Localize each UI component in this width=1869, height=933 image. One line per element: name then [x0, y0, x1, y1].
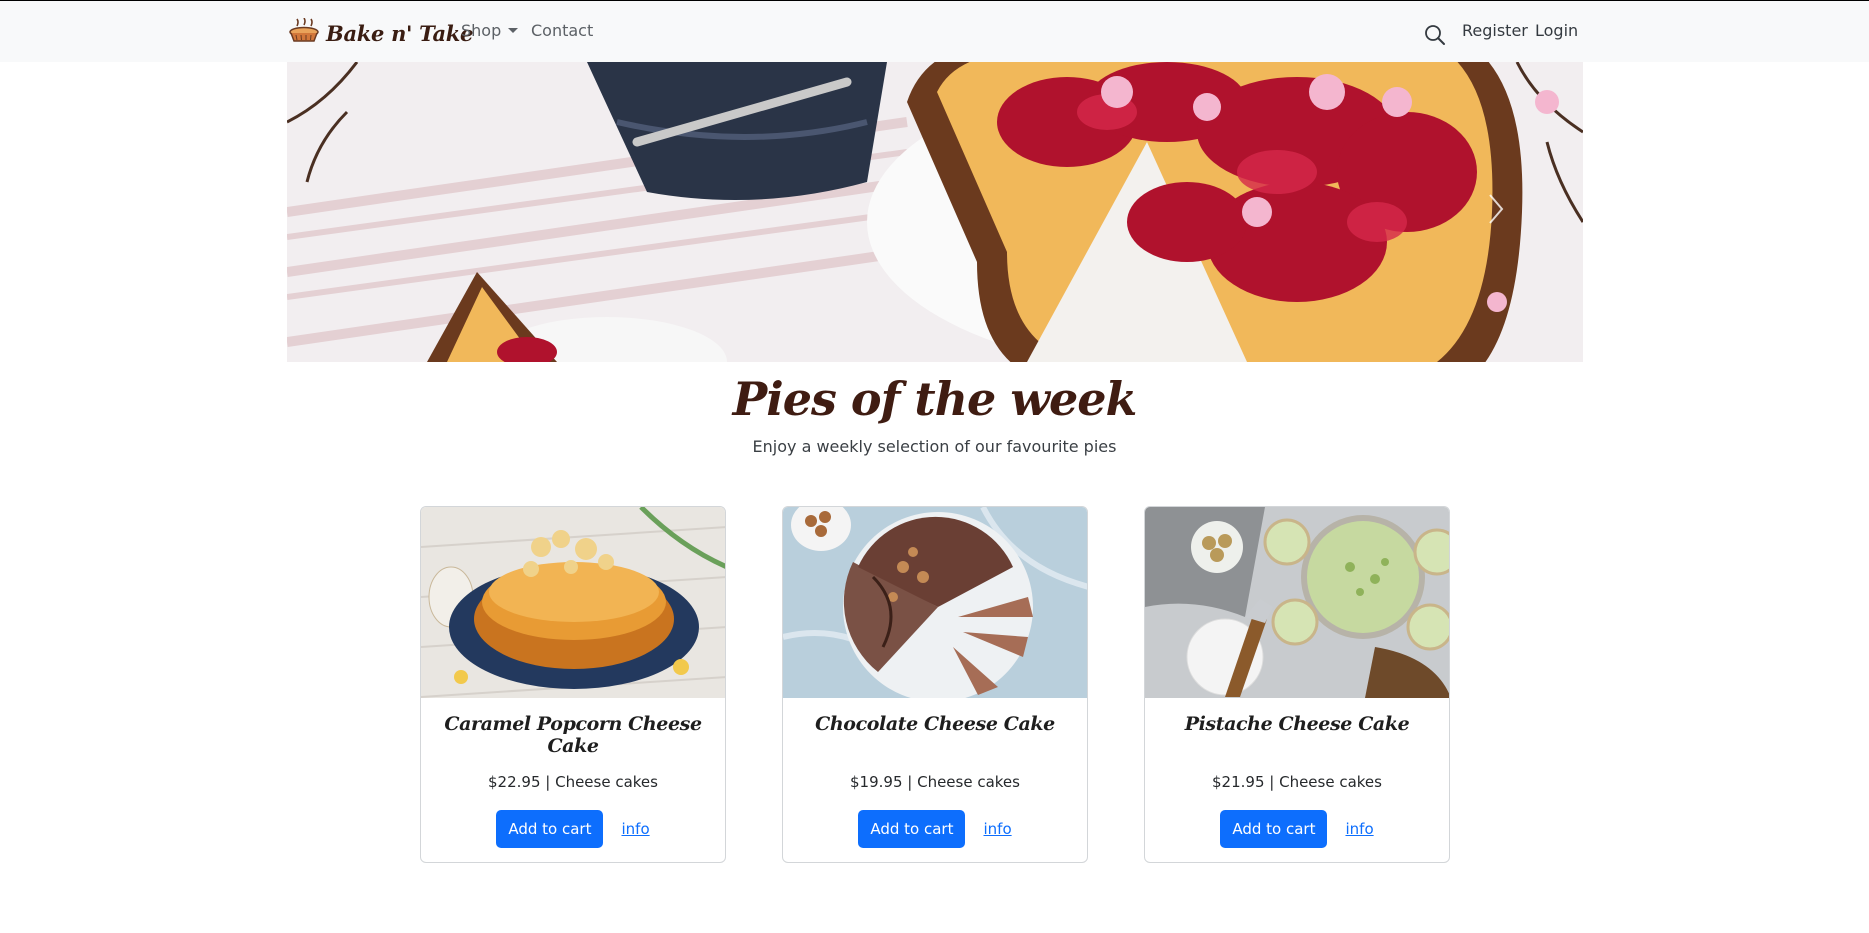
register-link[interactable]: Register — [1462, 21, 1528, 40]
product-price-category: $22.95 | Cheese cakes — [488, 773, 658, 791]
hero-carousel — [287, 62, 1583, 362]
add-to-cart-button[interactable]: Add to cart — [496, 810, 604, 848]
section-title: Pies of the week — [732, 372, 1138, 426]
product-image-chocolate[interactable] — [783, 507, 1087, 698]
card-actions: Add to cart info — [421, 810, 725, 848]
product-name: Chocolate Cheese Cake — [815, 713, 1055, 735]
info-link[interactable]: info — [621, 820, 649, 838]
nav-shop-label: Shop — [461, 21, 502, 40]
navbar: Bake n' Take Shop Contact Register Login — [0, 1, 1869, 62]
product-card: Chocolate Cheese Cake $19.95 | Cheese ca… — [782, 506, 1088, 863]
add-to-cart-button[interactable]: Add to cart — [858, 810, 966, 848]
add-to-cart-button[interactable]: Add to cart — [1220, 810, 1328, 848]
nav-shop-dropdown[interactable]: Shop — [461, 21, 519, 40]
card-actions: Add to cart info — [1145, 810, 1449, 848]
pie-logo-icon — [288, 17, 320, 48]
caret-down-icon — [508, 28, 519, 33]
hero-cheesecake-image — [287, 62, 1583, 362]
product-card: Pistache Cheese Cake $21.95 | Cheese cak… — [1144, 506, 1450, 863]
brand-name: Bake n' Take — [326, 20, 474, 46]
info-link[interactable]: info — [983, 820, 1011, 838]
product-image-caramel-popcorn[interactable] — [421, 507, 725, 698]
product-price-category: $21.95 | Cheese cakes — [1212, 773, 1382, 791]
product-name: Caramel Popcorn Cheese Cake — [444, 713, 702, 757]
product-image-pistache[interactable] — [1145, 507, 1449, 698]
product-card: Caramel Popcorn Cheese Cake $22.95 | Che… — [420, 506, 726, 863]
section-subtitle: Enjoy a weekly selection of our favourit… — [752, 437, 1117, 456]
product-name: Pistache Cheese Cake — [1184, 713, 1410, 735]
card-actions: Add to cart info — [783, 810, 1087, 848]
info-link[interactable]: info — [1345, 820, 1373, 838]
product-price-category: $19.95 | Cheese cakes — [850, 773, 1020, 791]
carousel-next-icon[interactable] — [1487, 192, 1505, 226]
nav-contact-link[interactable]: Contact — [531, 21, 593, 40]
brand-link[interactable]: Bake n' Take — [288, 17, 474, 48]
search-icon[interactable] — [1424, 24, 1446, 50]
login-link[interactable]: Login — [1535, 21, 1578, 40]
